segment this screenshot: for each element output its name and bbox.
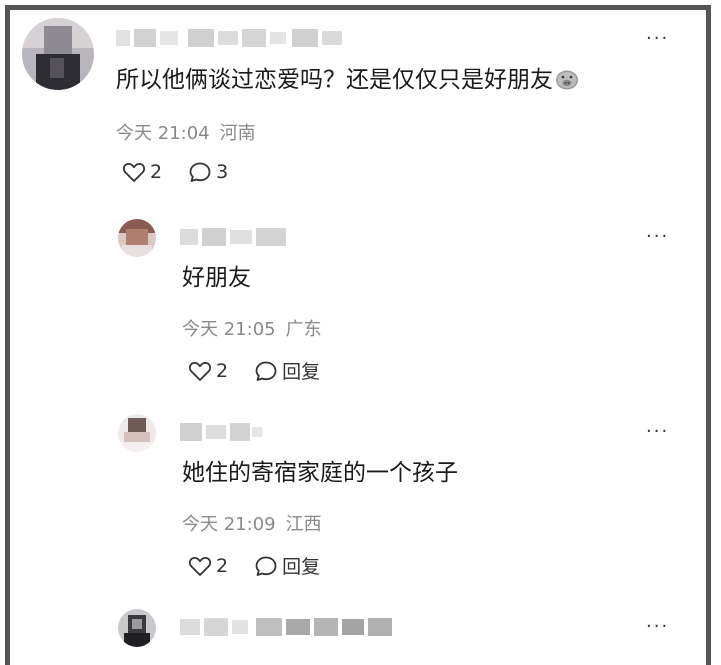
location: 广东 xyxy=(285,319,322,340)
avatar[interactable] xyxy=(118,219,156,257)
heart-icon xyxy=(122,162,146,182)
screenshot-frame xyxy=(5,5,711,665)
timestamp: 今天 21:05 xyxy=(182,319,276,340)
reply-button[interactable]: 回复 xyxy=(254,552,320,579)
comment-meta: 今天 21:04 河南 xyxy=(116,119,256,145)
comment-actions: 2 3 xyxy=(122,161,254,183)
timestamp: 今天 21:09 xyxy=(182,514,276,535)
username-blurred[interactable] xyxy=(180,226,290,248)
like-count: 2 xyxy=(216,359,229,382)
comment-bubble-icon xyxy=(255,361,277,381)
location: 河南 xyxy=(219,123,256,144)
like-count: 2 xyxy=(150,161,163,183)
heart-icon xyxy=(188,361,212,381)
reply-label: 回复 xyxy=(282,361,321,383)
more-options-icon[interactable]: ··· xyxy=(646,228,669,246)
reply-text: 好朋友 xyxy=(182,265,251,291)
more-options-icon[interactable]: ··· xyxy=(646,30,669,48)
reply-text: 她住的寄宿家庭的一个孩子 xyxy=(182,460,458,486)
username-blurred[interactable] xyxy=(180,421,264,443)
heart-icon xyxy=(188,556,212,576)
reply-actions: 2 回复 xyxy=(188,357,346,384)
pig-face-emoji-icon xyxy=(555,68,579,90)
reply-actions: 2 回复 xyxy=(188,552,346,579)
reply-meta: 今天 21:09 江西 xyxy=(182,510,322,536)
reply-count-button[interactable]: 3 xyxy=(188,161,228,183)
username-blurred[interactable] xyxy=(116,27,346,49)
like-count: 2 xyxy=(216,554,229,577)
like-button[interactable]: 2 xyxy=(188,360,228,382)
reply-meta: 今天 21:05 广东 xyxy=(182,315,322,341)
username-blurred[interactable] xyxy=(180,616,412,638)
more-options-icon[interactable]: ··· xyxy=(646,423,669,441)
comment-bubble-icon xyxy=(189,162,211,182)
more-options-icon[interactable]: ··· xyxy=(646,618,669,636)
like-button[interactable]: 2 xyxy=(188,555,228,577)
location: 江西 xyxy=(285,514,322,535)
avatar[interactable] xyxy=(118,414,156,452)
reply-count: 3 xyxy=(216,161,229,183)
comment-bubble-icon xyxy=(255,556,277,576)
comment-text: 所以他俩谈过恋爱吗？还是仅仅只是好朋友 xyxy=(116,67,579,95)
avatar[interactable] xyxy=(118,609,156,647)
like-button[interactable]: 2 xyxy=(122,161,162,183)
reply-label: 回复 xyxy=(282,556,321,578)
timestamp: 今天 21:04 xyxy=(116,123,210,144)
avatar[interactable] xyxy=(22,18,94,90)
reply-button[interactable]: 回复 xyxy=(254,357,320,384)
